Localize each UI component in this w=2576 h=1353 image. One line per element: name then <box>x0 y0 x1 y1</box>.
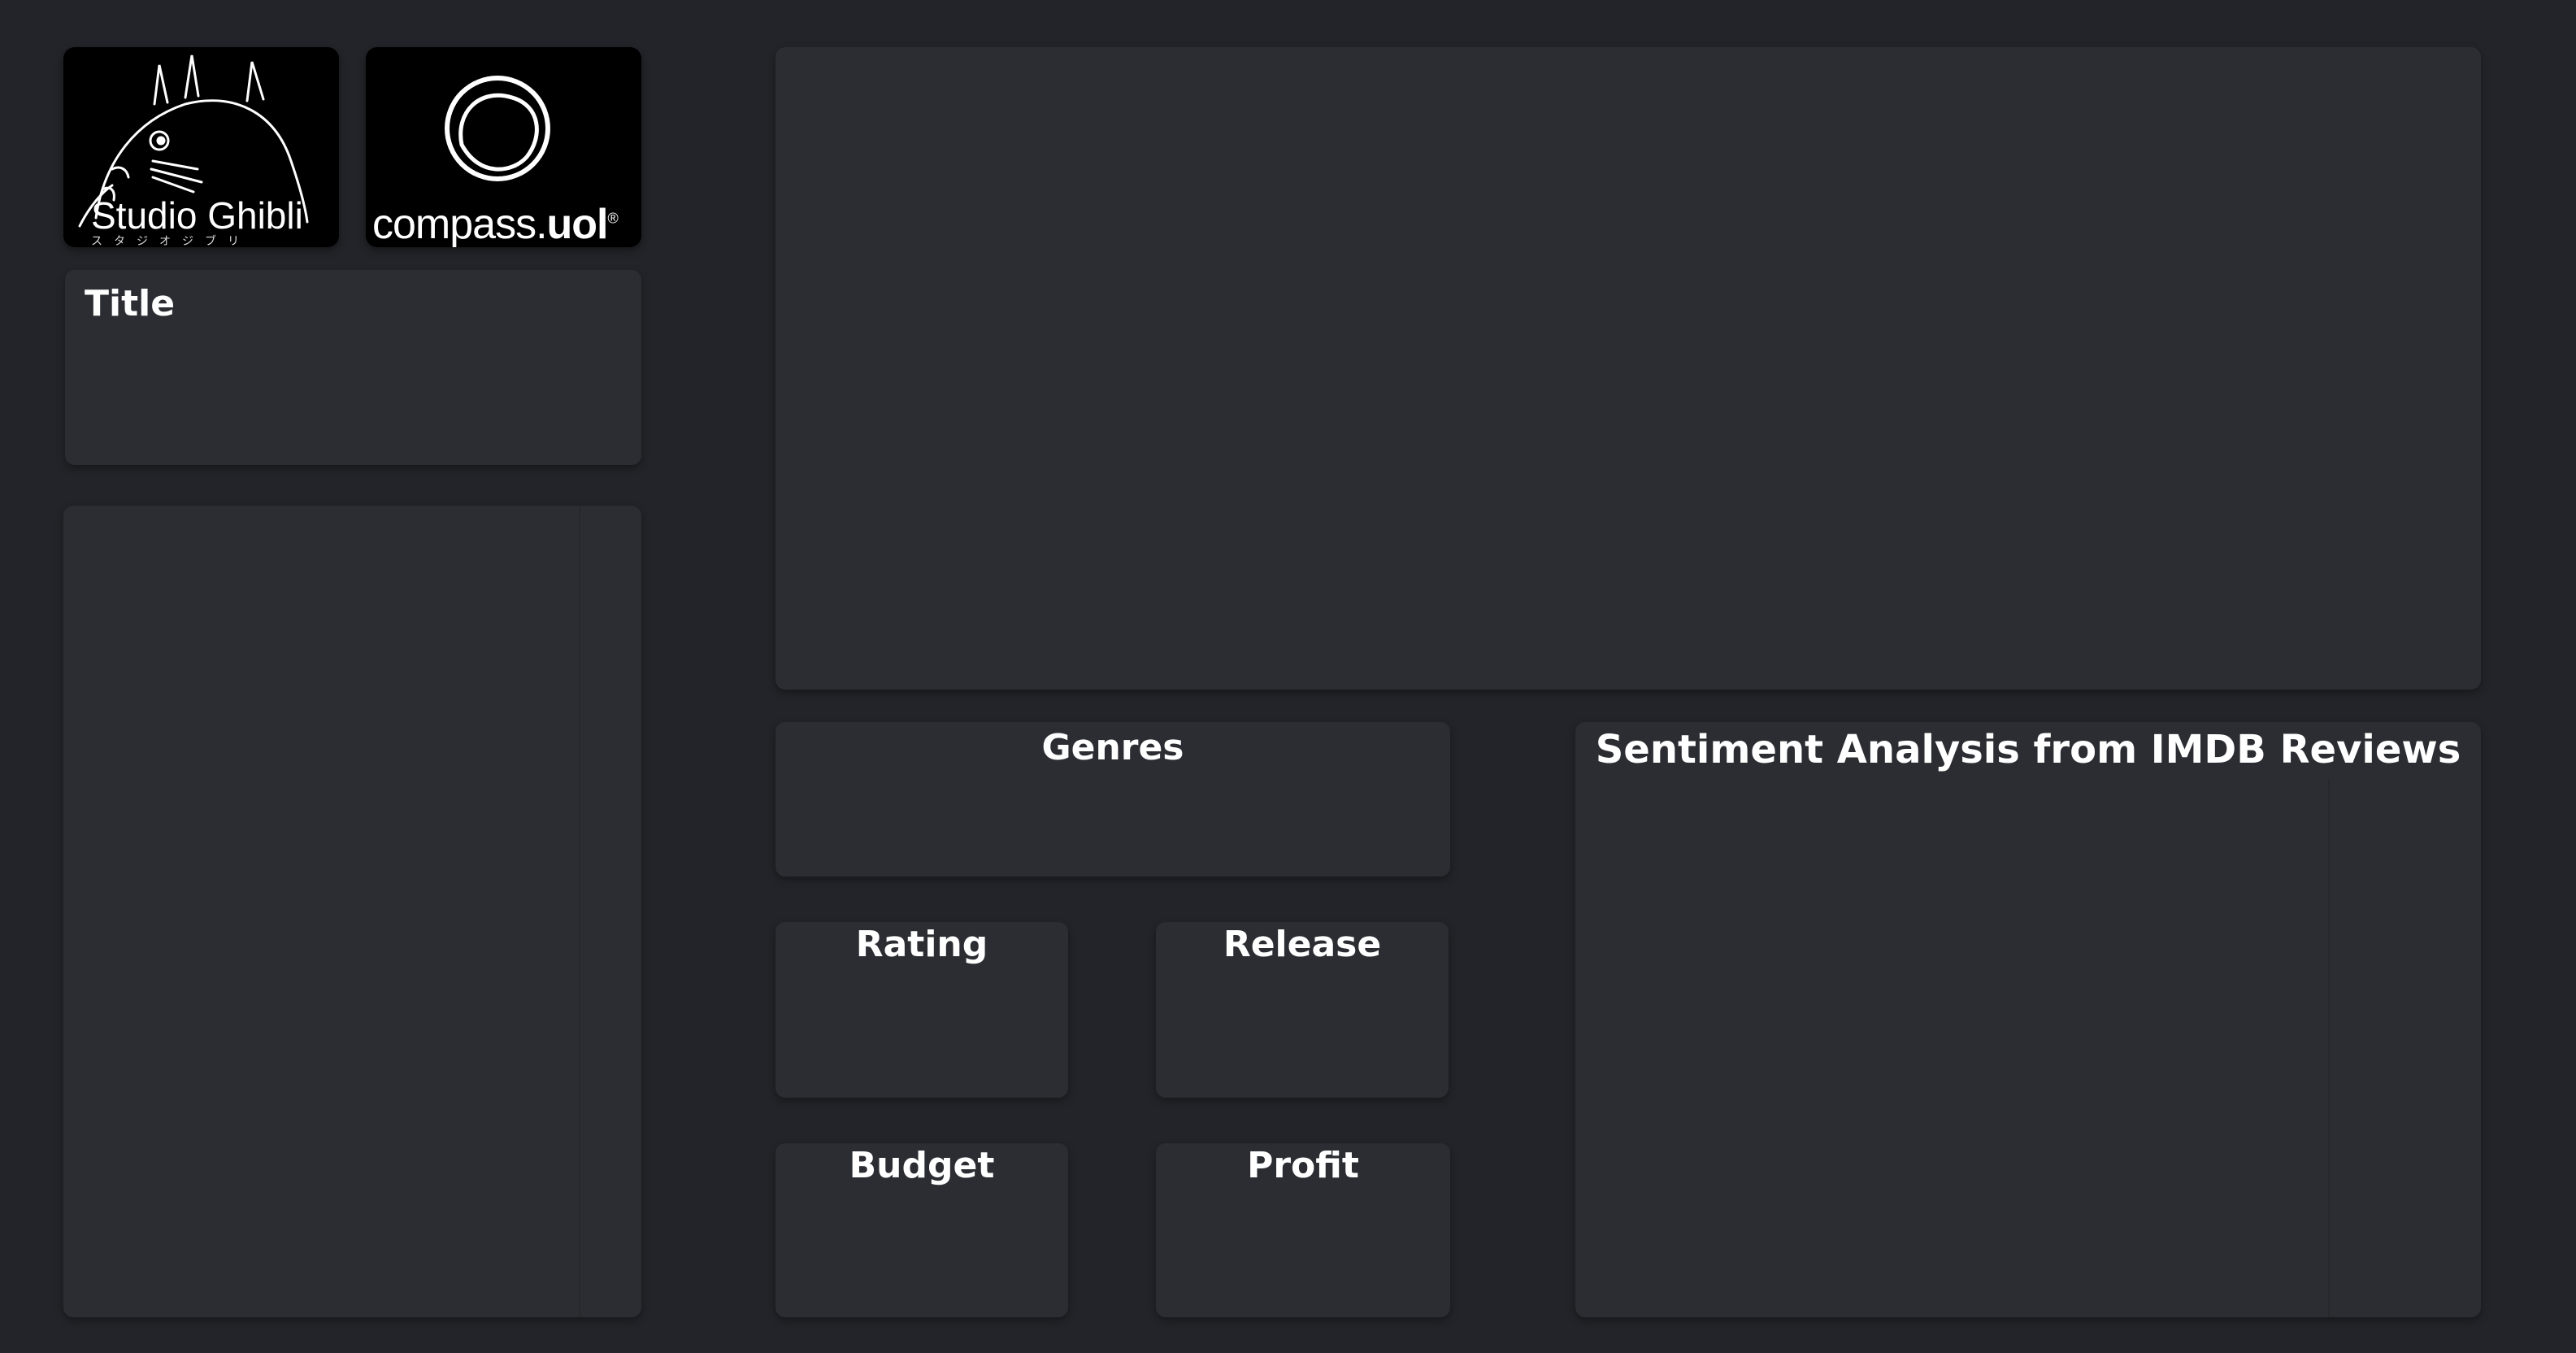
compass-prefix: compass. <box>372 201 548 247</box>
title-label: Title <box>85 283 176 324</box>
studio-ghibli-wordmark: Studio Ghibli <box>91 194 303 237</box>
dashboard: Studio Ghibli スタジオジブリ compass.uol® Title… <box>0 0 2576 1353</box>
film-list-panel[interactable] <box>63 506 641 1317</box>
sentiment-analysis-panel: Sentiment Analysis from IMDB Reviews <box>1575 722 2481 1317</box>
budget-title: Budget <box>849 1145 995 1186</box>
studio-ghibli-logo: Studio Ghibli スタジオジブリ <box>63 47 339 247</box>
compass-wordmark: compass.uol® <box>372 200 619 247</box>
release-card: Release <box>1156 922 1449 1098</box>
compass-suffix: uol <box>546 201 609 247</box>
rating-card: Rating <box>775 922 1068 1098</box>
profit-card: Profit <box>1156 1143 1450 1317</box>
genres-card: Genres <box>775 722 1450 877</box>
compass-uol-logo: compass.uol® <box>366 47 641 247</box>
title-filter-panel[interactable]: Title <box>65 270 641 465</box>
genres-title: Genres <box>1041 727 1184 768</box>
rating-title: Rating <box>855 924 988 965</box>
budget-card: Budget <box>775 1143 1068 1317</box>
sentiment-divider <box>2328 779 2330 1317</box>
list-scrollbar-divider <box>579 506 580 1317</box>
profit-title: Profit <box>1247 1145 1359 1186</box>
compass-registered: ® <box>607 210 619 227</box>
main-visual-panel <box>775 47 2481 690</box>
sentiment-title: Sentiment Analysis from IMDB Reviews <box>1595 727 2461 772</box>
release-title: Release <box>1223 924 1382 965</box>
studio-ghibli-subtitle: スタジオジブリ <box>91 235 250 247</box>
